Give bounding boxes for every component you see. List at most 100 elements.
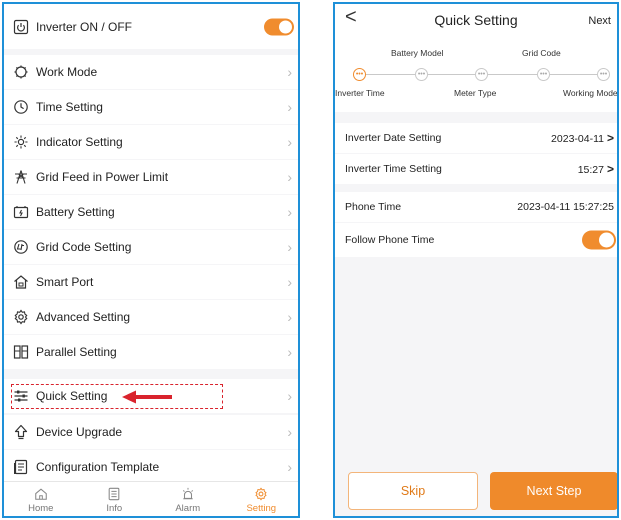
tab-setting[interactable]: Setting <box>225 482 299 516</box>
quick-setting-highlight-box <box>11 384 223 409</box>
step-progress-indicator: Battery Model Grid Code ••• ••• ••• ••• … <box>335 36 617 112</box>
inverter-date-value: 2023-04-11 > <box>551 131 614 145</box>
inverter-power-toggle[interactable] <box>264 18 294 35</box>
menu-item-device-upgrade[interactable]: Device Upgrade › <box>4 415 298 449</box>
alarm-icon <box>182 487 193 500</box>
menu-item-grid-code-setting[interactable]: Grid Code Setting › <box>4 230 298 264</box>
chevron-right-icon: > <box>606 162 614 176</box>
chevron-right-icon: › <box>287 239 292 255</box>
tab-info[interactable]: Info <box>78 482 152 516</box>
follow-phone-time-toggle[interactable] <box>582 230 616 250</box>
bottom-tab-bar: Home Info Alarm Setting <box>4 481 298 516</box>
grid-tower-icon <box>13 169 29 185</box>
menu-item-label: Time Setting <box>36 100 103 114</box>
inverter-power-label: Inverter ON / OFF <box>36 19 133 34</box>
inverter-time-label: Inverter Time Setting <box>345 163 442 175</box>
step-connector <box>428 74 475 75</box>
chevron-right-icon: › <box>287 459 292 475</box>
inverter-date-row[interactable]: Inverter Date Setting 2023-04-11 > <box>335 123 617 153</box>
menu-item-label: Grid Feed in Power Limit <box>36 170 169 184</box>
right-phone-screen: < Quick Setting Next Battery Model Grid … <box>333 2 619 518</box>
red-pointer-arrow-icon <box>122 390 172 404</box>
chevron-right-icon: › <box>287 309 292 325</box>
step-connector <box>488 74 537 75</box>
menu-item-label: Advanced Setting <box>36 310 131 324</box>
grid-code-icon <box>13 239 29 255</box>
menu-item-work-mode[interactable]: Work Mode › <box>4 55 298 89</box>
menu-item-label: Battery Setting <box>36 205 115 219</box>
menu-item-label: Parallel Setting <box>36 345 117 359</box>
tab-alarm[interactable]: Alarm <box>151 482 225 516</box>
chevron-right-icon: › <box>287 344 292 360</box>
gear-icon <box>255 487 267 501</box>
step-label-battery-model: Battery Model <box>391 48 444 58</box>
inverter-time-row[interactable]: Inverter Time Setting 15:27 > <box>335 154 617 184</box>
step-dot[interactable]: ••• <box>597 68 610 81</box>
next-link[interactable]: Next <box>588 15 611 27</box>
chevron-right-icon: › <box>287 134 292 150</box>
menu-item-grid-feed-limit[interactable]: Grid Feed in Power Limit › <box>4 160 298 194</box>
phone-time-row: Phone Time 2023-04-11 15:27:25 <box>335 192 617 222</box>
tab-home[interactable]: Home <box>4 482 78 516</box>
menu-item-label: Device Upgrade <box>36 425 123 439</box>
next-step-button[interactable]: Next Step <box>490 472 617 510</box>
clock-icon <box>13 99 29 115</box>
chevron-right-icon: › <box>287 274 292 290</box>
menu-item-battery-setting[interactable]: Battery Setting › <box>4 195 298 229</box>
battery-icon <box>13 204 29 220</box>
chevron-right-icon: › <box>287 64 292 80</box>
tab-label: Alarm <box>175 503 201 514</box>
step-connector <box>366 74 415 75</box>
menu-item-label: Configuration Template <box>36 460 160 474</box>
step-dot-current[interactable]: ••• <box>353 68 366 81</box>
chevron-right-icon: › <box>287 204 292 220</box>
menu-item-advanced-setting[interactable]: Advanced Setting › <box>4 300 298 334</box>
chevron-right-icon: › <box>287 424 292 440</box>
gear-icon <box>13 309 29 325</box>
step-label-grid-code: Grid Code <box>522 48 561 58</box>
phone-time-value: 2023-04-11 15:27:25 <box>517 201 614 213</box>
chevron-right-icon: › <box>287 99 292 115</box>
step-label-working-mode: Working Mode <box>563 88 618 98</box>
menu-item-smart-port[interactable]: Smart Port › <box>4 265 298 299</box>
inverter-date-text: 2023-04-11 <box>551 133 604 145</box>
indicator-icon <box>13 134 29 150</box>
chevron-right-icon: > <box>606 131 614 145</box>
power-icon <box>13 19 29 35</box>
phone-time-label: Phone Time <box>345 201 402 213</box>
top-navigation-bar: < Quick Setting Next <box>335 4 617 36</box>
tab-label: Home <box>28 503 54 514</box>
page-title: Quick Setting <box>434 12 518 28</box>
template-icon <box>13 459 29 475</box>
step-connector <box>550 74 597 75</box>
step-label-inverter-time: Inverter Time <box>335 88 385 98</box>
menu-item-configuration-template[interactable]: Configuration Template › <box>4 450 298 484</box>
upgrade-arrow-icon <box>13 424 29 440</box>
chevron-right-icon: › <box>287 388 292 404</box>
chevron-right-icon: › <box>287 169 292 185</box>
step-dot[interactable]: ••• <box>537 68 550 81</box>
menu-item-parallel-setting[interactable]: Parallel Setting › <box>4 335 298 369</box>
inverter-date-label: Inverter Date Setting <box>345 132 442 144</box>
menu-item-label: Indicator Setting <box>36 135 123 149</box>
follow-phone-time-row: Follow Phone Time <box>335 223 617 257</box>
home-icon <box>34 488 47 500</box>
follow-phone-time-label: Follow Phone Time <box>345 234 435 246</box>
step-label-meter-type: Meter Type <box>454 88 497 98</box>
step-dot[interactable]: ••• <box>475 68 488 81</box>
menu-item-label: Smart Port <box>36 275 94 289</box>
tab-label: Info <box>106 503 123 514</box>
skip-button[interactable]: Skip <box>348 472 478 510</box>
inverter-time-text: 15:27 <box>577 164 604 176</box>
inverter-power-row: Inverter ON / OFF <box>4 4 298 49</box>
house-port-icon <box>13 274 29 290</box>
work-mode-icon <box>13 64 29 80</box>
menu-item-label: Work Mode <box>36 65 98 79</box>
tab-label: Setting <box>246 503 277 514</box>
menu-item-indicator-setting[interactable]: Indicator Setting › <box>4 125 298 159</box>
info-doc-icon <box>108 487 120 501</box>
left-phone-screen: Inverter ON / OFF Work Mode › Time Setti… <box>2 2 300 518</box>
inverter-time-value: 15:27 > <box>578 162 614 176</box>
step-dot[interactable]: ••• <box>415 68 428 81</box>
menu-item-time-setting[interactable]: Time Setting › <box>4 90 298 124</box>
